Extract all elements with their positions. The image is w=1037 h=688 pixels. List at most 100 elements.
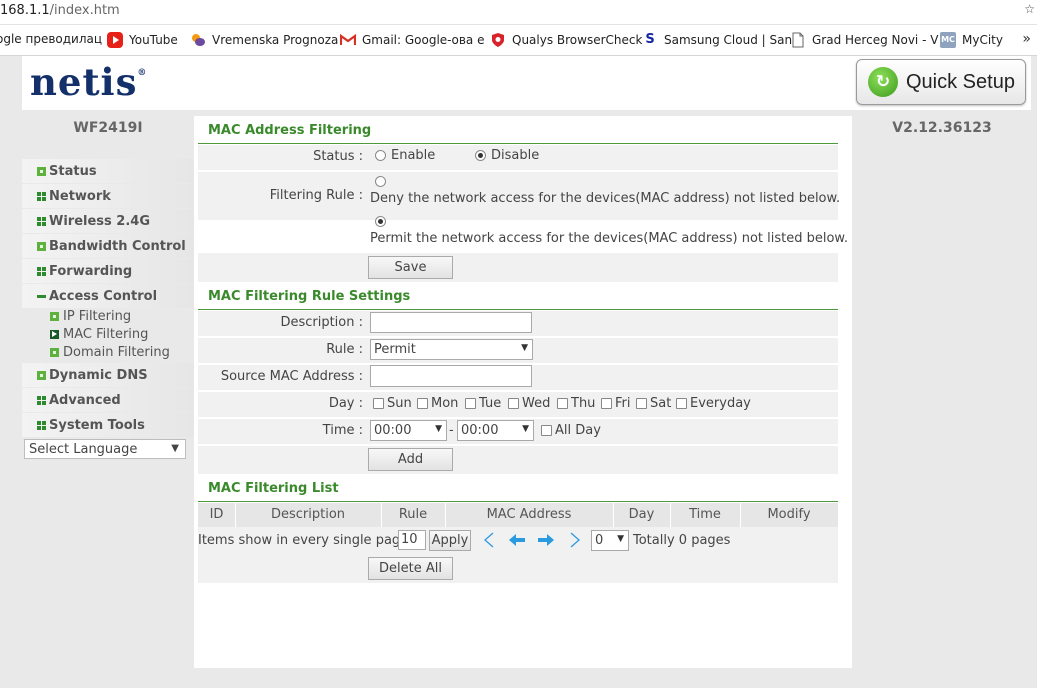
- bookmark-google-translate[interactable]: ogle преводилац: [0, 32, 102, 46]
- save-button[interactable]: Save: [368, 256, 453, 279]
- time-separator: -: [449, 423, 454, 438]
- save-row: [198, 253, 838, 282]
- section-title-mac-filtering: MAC Address Filtering: [208, 123, 372, 138]
- day-everyday-checkbox[interactable]: [676, 398, 687, 409]
- last-page-icon[interactable]: [566, 531, 584, 553]
- url-text[interactable]: 168.1.1/index.htm: [0, 3, 120, 18]
- more-bookmarks-icon[interactable]: »: [1022, 31, 1031, 47]
- day-thu-checkbox[interactable]: [557, 398, 568, 409]
- day-sun-label: Sun: [387, 396, 412, 411]
- bookmark-qualys[interactable]: Qualys BrowserCheck: [490, 32, 642, 48]
- bookmark-youtube[interactable]: YouTube: [107, 32, 178, 48]
- grid-icon: [37, 395, 46, 405]
- dropdown-arrow-icon: ▼: [617, 534, 624, 544]
- all-day-checkbox[interactable]: [541, 425, 552, 436]
- menu-dynamic-dns[interactable]: Dynamic DNS: [22, 363, 194, 387]
- column-header-id: ID: [209, 507, 224, 522]
- day-sat-label: Sat: [650, 396, 672, 411]
- minus-icon: [37, 292, 46, 301]
- column-header-description: Description: [270, 507, 346, 522]
- rule-label: Rule :: [326, 342, 363, 357]
- menu-access-control[interactable]: Access Control: [22, 284, 194, 308]
- menu-system-tools[interactable]: System Tools: [22, 413, 194, 437]
- dropdown-arrow-icon: ▼: [521, 343, 528, 353]
- section-divider: [198, 309, 838, 310]
- star-icon: [37, 370, 46, 380]
- bookmark-gmail[interactable]: Gmail: Google-ова е: [339, 32, 484, 48]
- menu-wireless[interactable]: Wireless 2.4G: [22, 209, 194, 233]
- bookmark-vremenska[interactable]: Vremenska Prognoza: [190, 32, 338, 48]
- day-tue-checkbox[interactable]: [465, 398, 476, 409]
- section-title-rule-settings: MAC Filtering Rule Settings: [208, 289, 411, 304]
- language-select[interactable]: Select Language ▼: [24, 439, 186, 459]
- rule-permit-radio[interactable]: [375, 216, 386, 227]
- day-wed-label: Wed: [522, 396, 551, 411]
- submenu-domain-filtering[interactable]: Domain Filtering: [50, 344, 170, 361]
- menu-status[interactable]: Status: [22, 159, 194, 183]
- menu-advanced[interactable]: Advanced: [22, 388, 194, 412]
- day-sun-checkbox[interactable]: [373, 398, 384, 409]
- prev-page-icon[interactable]: [507, 531, 527, 553]
- add-row: [198, 446, 838, 474]
- star-icon: [37, 241, 46, 251]
- page-select[interactable]: 0 ▼: [591, 530, 629, 551]
- bookmark-star-icon[interactable]: ☆: [1024, 2, 1035, 16]
- dropdown-arrow-icon: ▼: [171, 443, 179, 454]
- source-mac-input[interactable]: [370, 365, 532, 387]
- next-page-icon[interactable]: [536, 531, 556, 553]
- rule-deny-radio[interactable]: [375, 176, 386, 187]
- bookmark-samsung[interactable]: S Samsung Cloud | San: [642, 32, 792, 48]
- samsung-icon: S: [645, 32, 655, 47]
- source-mac-label: Source MAC Address :: [220, 369, 363, 384]
- status-enable-label: Enable: [391, 148, 436, 163]
- day-thu-label: Thu: [571, 396, 596, 411]
- bookmark-herceg-novi[interactable]: Grad Herceg Novi - V: [790, 32, 938, 48]
- add-button[interactable]: Add: [368, 448, 453, 471]
- apply-button[interactable]: Apply: [429, 530, 471, 551]
- qualys-icon: [490, 32, 506, 48]
- column-header-day: Day: [628, 507, 655, 522]
- day-sat-checkbox[interactable]: [636, 398, 647, 409]
- firmware-version: V2.12.36123: [892, 120, 992, 136]
- bookmarks-bar: ogle преводилац YouTube Vremenska Progno…: [0, 25, 1037, 56]
- column-header-mac: MAC Address: [486, 507, 572, 522]
- first-page-icon[interactable]: [480, 531, 498, 553]
- rule-select[interactable]: Permit ▼: [370, 339, 533, 360]
- section-divider: [198, 143, 838, 144]
- quick-setup-button[interactable]: ↻ Quick Setup: [856, 59, 1026, 105]
- day-mon-checkbox[interactable]: [417, 398, 428, 409]
- menu-bandwidth-control[interactable]: Bandwidth Control: [22, 234, 194, 258]
- submenu-mac-filtering[interactable]: MAC Filtering: [50, 326, 148, 343]
- status-enable-radio[interactable]: [375, 150, 386, 161]
- dropdown-arrow-icon: ▼: [522, 424, 529, 434]
- address-bar[interactable]: 168.1.1/index.htm ☆: [0, 0, 1037, 25]
- items-per-page-input[interactable]: 10: [398, 530, 426, 550]
- description-label: Description :: [280, 315, 363, 330]
- status-label: Status :: [313, 149, 363, 164]
- column-header-rule: Rule: [398, 507, 428, 522]
- day-mon-label: Mon: [431, 396, 459, 411]
- status-disable-label: Disable: [491, 148, 540, 163]
- all-day-label: All Day: [555, 423, 601, 438]
- column-header-time: Time: [689, 507, 721, 522]
- netis-logo: netis®: [30, 60, 148, 104]
- dropdown-arrow-icon: ▼: [435, 424, 442, 434]
- day-fri-checkbox[interactable]: [601, 398, 612, 409]
- day-wed-checkbox[interactable]: [508, 398, 519, 409]
- menu-forwarding[interactable]: Forwarding: [22, 259, 194, 283]
- column-header-modify: Modify: [767, 507, 811, 522]
- time-to-select[interactable]: 00:00 ▼: [457, 420, 534, 441]
- description-input[interactable]: [370, 312, 532, 333]
- submenu-ip-filtering[interactable]: IP Filtering: [50, 308, 131, 325]
- refresh-arrow-icon: ↻: [868, 67, 898, 97]
- weather-icon: [190, 32, 206, 48]
- status-disable-radio[interactable]: [475, 150, 486, 161]
- menu-network[interactable]: Network: [22, 184, 194, 208]
- bookmark-mycity[interactable]: MC MyCity: [940, 32, 1003, 48]
- filtering-rule-label: Filtering Rule :: [269, 188, 363, 203]
- day-fri-label: Fri: [615, 396, 631, 411]
- delete-all-button[interactable]: Delete All: [368, 557, 453, 580]
- grid-icon: [37, 420, 46, 430]
- time-from-select[interactable]: 00:00 ▼: [370, 420, 447, 441]
- rule-deny-label: Deny the network access for the devices(…: [370, 191, 841, 206]
